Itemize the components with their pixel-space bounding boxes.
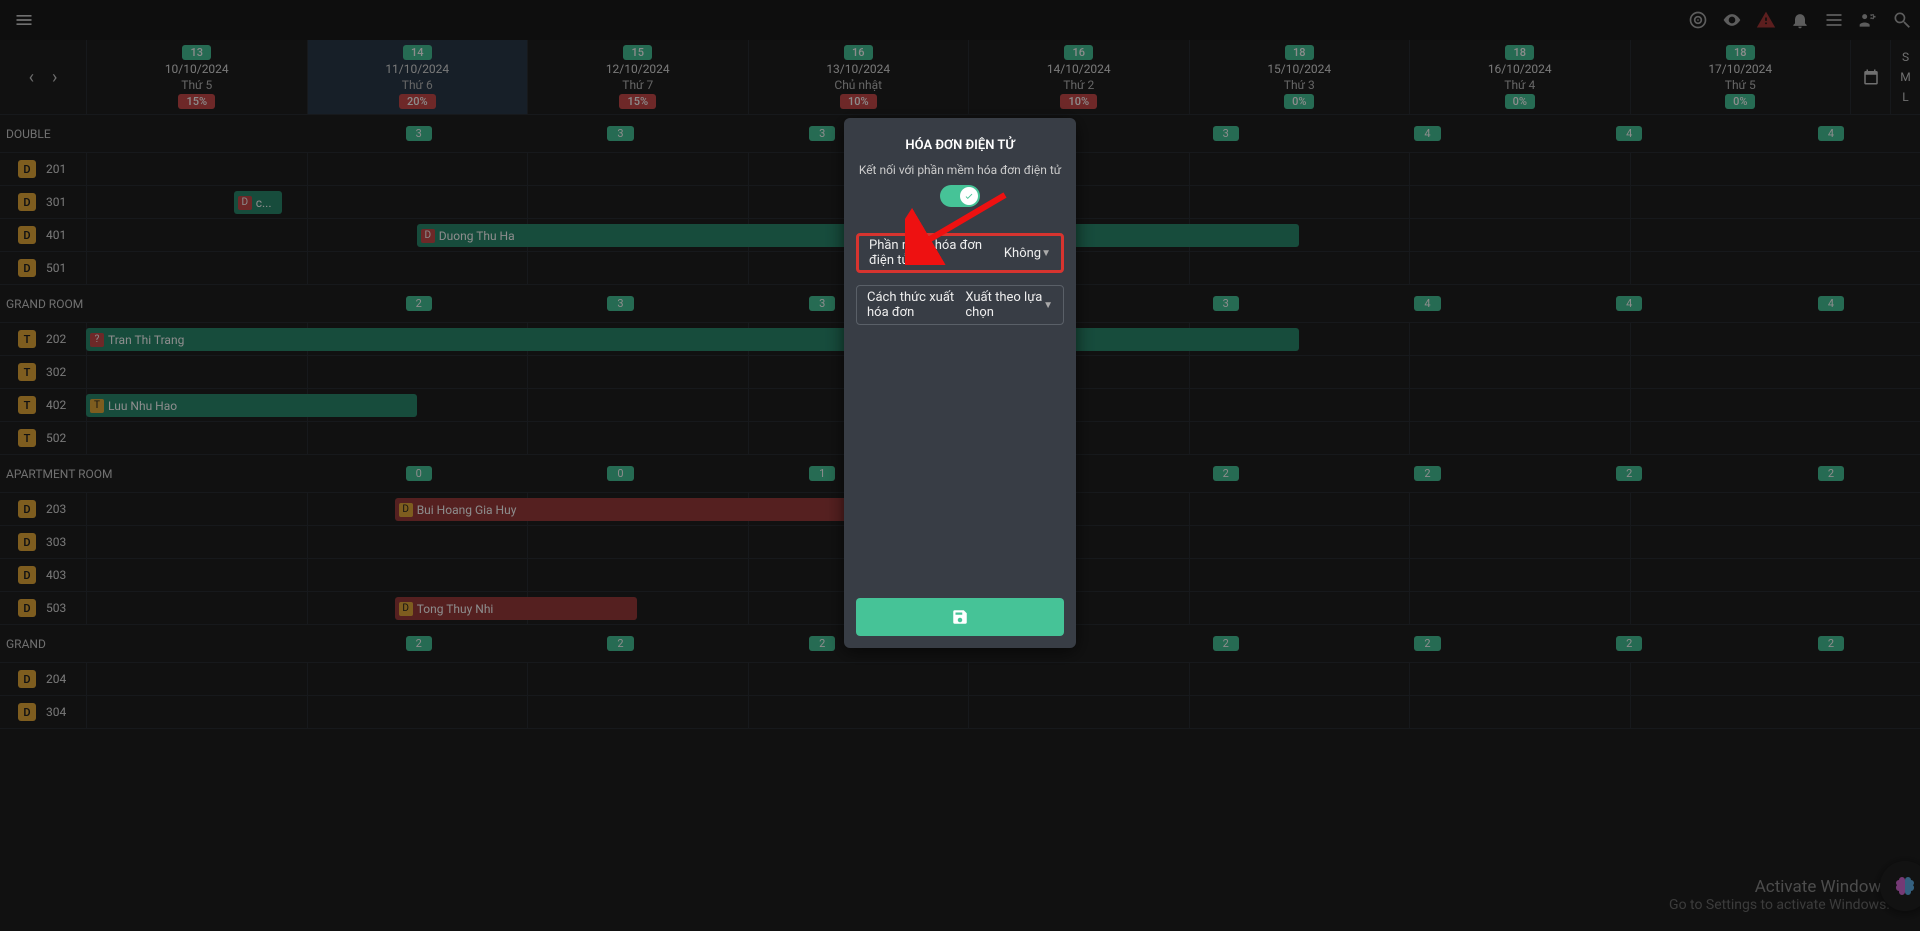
chevron-down-icon: ▼ [1041,248,1051,259]
export-method-label: Cách thức xuất hóa đơn [867,290,965,320]
connect-toggle[interactable] [940,185,980,207]
save-button[interactable] [856,598,1064,636]
software-select[interactable]: Phần mềm hóa đơn điện tử Không ▼ [856,233,1064,273]
export-method-value: Xuất theo lựa chọn [965,290,1043,320]
modal-title: HÓA ĐƠN ĐIỆN TỬ [856,130,1064,157]
e-invoice-modal: HÓA ĐƠN ĐIỆN TỬ Kết nối với phần mềm hóa… [844,118,1076,648]
save-icon [951,608,969,626]
check-icon [964,191,974,201]
modal-subtitle: Kết nối với phần mềm hóa đơn điện tử [856,163,1064,177]
export-method-select[interactable]: Cách thức xuất hóa đơn Xuất theo lựa chọ… [856,285,1064,325]
chevron-down-icon: ▼ [1043,300,1053,311]
software-select-label: Phần mềm hóa đơn điện tử [869,238,1004,268]
software-select-value: Không [1004,246,1041,261]
